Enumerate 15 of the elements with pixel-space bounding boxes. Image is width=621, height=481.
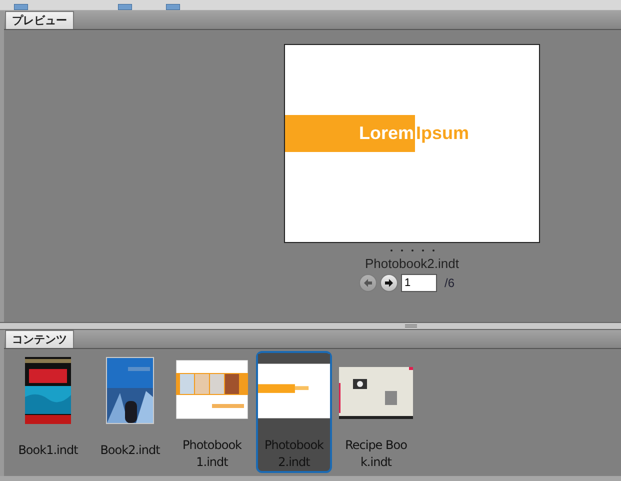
next-button[interactable] [380, 274, 398, 292]
left-arrow-icon [363, 278, 374, 288]
file-item[interactable]: Book2.indt [92, 351, 168, 473]
panel-tab[interactable]: プレビュー [5, 11, 74, 29]
file-name: Photobook2.indt [365, 256, 459, 271]
panel-tab[interactable]: コンテンツ [5, 330, 74, 348]
right-arrow-icon [384, 278, 394, 288]
page-title: Lorem [358, 123, 415, 144]
file-item[interactable]: Recipe Book.indt [338, 351, 414, 473]
page-count: /6 [444, 276, 454, 290]
file-item[interactable]: Book1.indt [10, 351, 86, 473]
page-title: Ipsum [416, 123, 470, 144]
page-field[interactable]: 1 [401, 274, 438, 292]
grip-icon[interactable] [404, 324, 416, 328]
file-item[interactable]: Photobook 1.indt [174, 351, 250, 473]
